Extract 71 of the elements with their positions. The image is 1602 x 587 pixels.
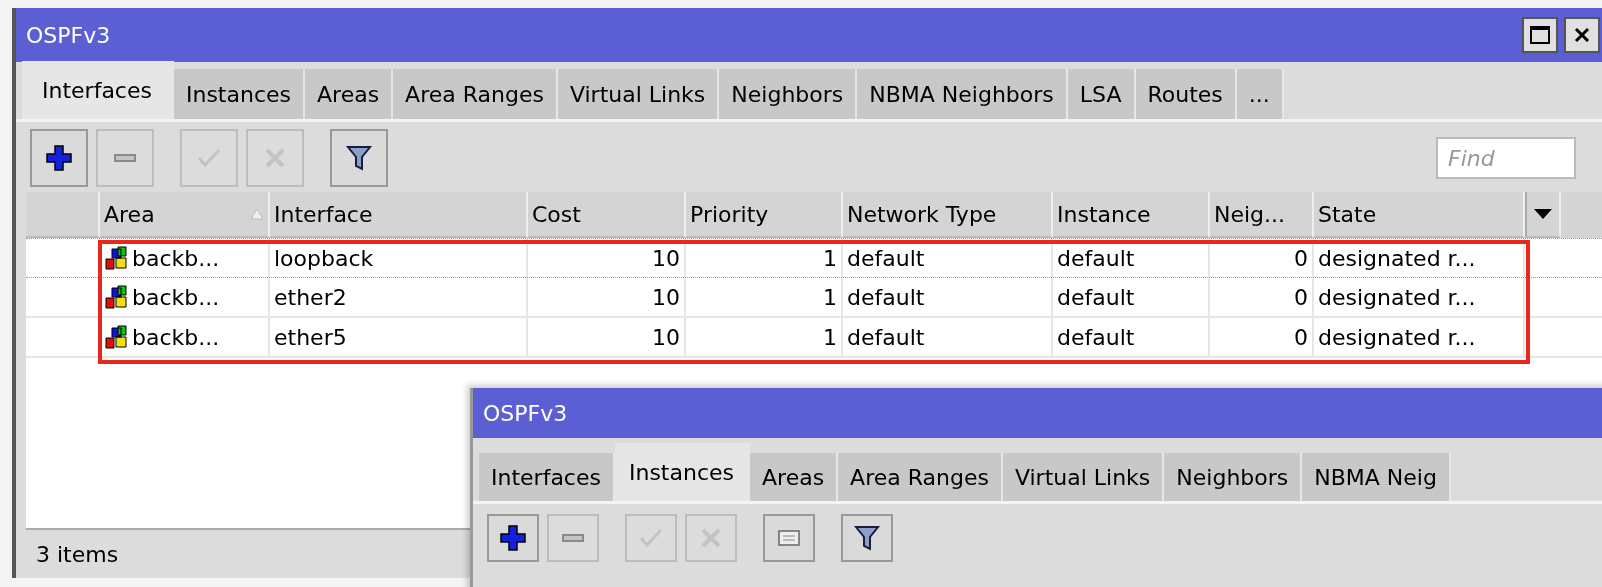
column-header[interactable]: Neig... bbox=[1210, 192, 1314, 238]
tab[interactable]: Neighbors bbox=[719, 69, 858, 119]
tab[interactable]: NBMA Neighbors bbox=[857, 69, 1068, 119]
tab[interactable]: Virtual Links bbox=[1002, 453, 1165, 501]
search-field[interactable]: Find bbox=[1436, 137, 1576, 179]
filter-button[interactable] bbox=[330, 129, 388, 187]
column-header[interactable]: Network Type bbox=[843, 192, 1053, 238]
table-cell: backb... bbox=[132, 284, 220, 310]
tab[interactable]: Routes bbox=[1135, 69, 1237, 119]
close-button[interactable] bbox=[1564, 17, 1600, 53]
column-header[interactable]: Interface bbox=[270, 192, 528, 238]
caret-icon bbox=[1533, 208, 1553, 220]
table-cell: ether5 bbox=[274, 324, 347, 350]
filter-icon bbox=[344, 143, 374, 173]
window-title: OSPFv3 bbox=[26, 22, 111, 48]
comment-button[interactable] bbox=[763, 514, 815, 562]
column-header[interactable]: Area bbox=[100, 192, 270, 238]
table-cell: backb... bbox=[132, 245, 220, 271]
column-header[interactable]: Cost bbox=[528, 192, 686, 238]
table-cell: default bbox=[847, 324, 925, 350]
table-cell: loopback bbox=[274, 245, 374, 271]
tab[interactable]: LSA bbox=[1067, 69, 1136, 119]
table-cell: 1 bbox=[823, 284, 837, 310]
tab[interactable]: Instances bbox=[614, 443, 750, 501]
tab[interactable]: Areas bbox=[305, 69, 394, 119]
table-cell: designated r... bbox=[1318, 284, 1476, 310]
table-cell: default bbox=[847, 245, 925, 271]
table-cell: 0 bbox=[1294, 284, 1308, 310]
plus-icon bbox=[498, 523, 528, 553]
add-button[interactable] bbox=[30, 129, 88, 187]
tab[interactable]: Instances bbox=[173, 69, 305, 119]
column-menu-button[interactable] bbox=[1525, 192, 1561, 238]
table-cell: backb... bbox=[132, 324, 220, 350]
table-cell: 1 bbox=[823, 324, 837, 350]
table-cell: default bbox=[1057, 324, 1135, 350]
table-cell: 0 bbox=[1294, 324, 1308, 350]
table-cell: default bbox=[1057, 284, 1135, 310]
add-button[interactable] bbox=[487, 514, 539, 562]
maximize-button[interactable] bbox=[1522, 17, 1558, 53]
tab[interactable]: Virtual Links bbox=[557, 69, 720, 119]
tab[interactable]: Interfaces bbox=[22, 61, 174, 119]
tab[interactable]: ... bbox=[1236, 69, 1284, 119]
close-icon bbox=[1572, 25, 1592, 45]
filter-button[interactable] bbox=[841, 514, 893, 562]
item-count: 3 items bbox=[36, 541, 119, 567]
puzzle-icon bbox=[104, 324, 130, 350]
tab[interactable]: Area Ranges bbox=[393, 69, 558, 119]
table-cell: 10 bbox=[652, 245, 680, 271]
window-title: OSPFv3 bbox=[483, 400, 568, 426]
table-cell: 1 bbox=[823, 245, 837, 271]
minus-icon bbox=[562, 534, 584, 542]
column-header[interactable]: Priority bbox=[686, 192, 843, 238]
minus-icon bbox=[114, 154, 136, 162]
table-cell: 10 bbox=[652, 284, 680, 310]
table-cell: default bbox=[1057, 245, 1135, 271]
column-header[interactable]: Instance bbox=[1053, 192, 1210, 238]
tab[interactable]: Area Ranges bbox=[838, 453, 1003, 501]
table-cell: designated r... bbox=[1318, 245, 1476, 271]
puzzle-icon bbox=[104, 284, 130, 310]
plus-icon bbox=[44, 143, 74, 173]
tab[interactable]: Neighbors bbox=[1164, 453, 1303, 501]
filter-icon bbox=[852, 523, 882, 553]
table-cell: ether2 bbox=[274, 284, 347, 310]
table-cell: default bbox=[847, 284, 925, 310]
puzzle-icon bbox=[104, 245, 130, 271]
table-cell: 10 bbox=[652, 324, 680, 350]
tab[interactable]: Areas bbox=[750, 453, 839, 501]
tab[interactable]: Interfaces bbox=[479, 453, 615, 501]
table-cell: designated r... bbox=[1318, 324, 1476, 350]
table-cell: 0 bbox=[1294, 245, 1308, 271]
tab[interactable]: NBMA Neig bbox=[1302, 453, 1451, 501]
